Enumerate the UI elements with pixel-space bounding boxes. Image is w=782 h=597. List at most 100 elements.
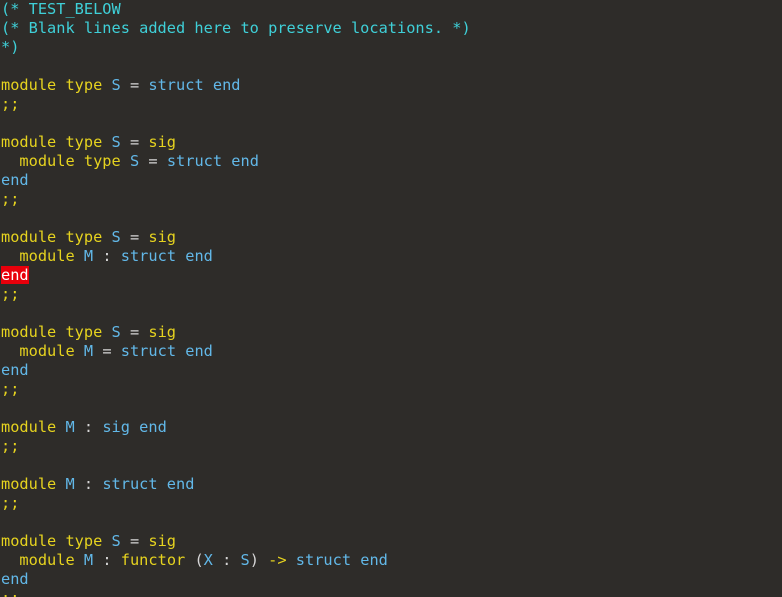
keyword-token: module bbox=[1, 551, 75, 569]
keyword-token: sig bbox=[148, 228, 177, 246]
operator-token bbox=[121, 152, 130, 170]
code-line[interactable]: end bbox=[1, 171, 29, 190]
operator-token bbox=[102, 76, 111, 94]
keyword-token: ;; bbox=[1, 190, 20, 208]
operator-token: = bbox=[93, 342, 121, 360]
operator-token bbox=[102, 532, 111, 550]
keyword-token: module type bbox=[1, 228, 103, 246]
keyword-token: module type bbox=[1, 76, 103, 94]
operator-token bbox=[75, 551, 84, 569]
operator-token: : bbox=[93, 551, 121, 569]
identifier-token: end bbox=[1, 361, 29, 379]
identifier-token: end bbox=[1, 171, 29, 189]
operator-token bbox=[287, 551, 296, 569]
code-line[interactable]: ;; bbox=[1, 494, 19, 513]
keyword-token: module bbox=[1, 475, 57, 493]
code-editor[interactable]: (* TEST_BELOW (* Blank lines added here t… bbox=[0, 0, 782, 597]
operator-token: : bbox=[74, 475, 103, 493]
operator-token bbox=[75, 342, 84, 360]
identifier-token: struct end bbox=[120, 342, 213, 360]
operator-token bbox=[102, 323, 111, 341]
identifier-token: S bbox=[111, 532, 121, 550]
operator-token: ( bbox=[185, 551, 204, 569]
identifier-token: struct end bbox=[102, 475, 195, 493]
code-line[interactable]: module type S = sig bbox=[1, 228, 176, 247]
arrow-token: -> bbox=[268, 551, 287, 569]
code-line[interactable]: module type S = sig bbox=[1, 133, 176, 152]
identifier-token: M bbox=[83, 247, 94, 265]
code-line[interactable]: ;; bbox=[1, 589, 19, 597]
keyword-token: module type bbox=[1, 152, 121, 170]
identifier-token: S bbox=[240, 551, 250, 569]
keyword-token: ;; bbox=[1, 589, 19, 597]
code-line[interactable]: end bbox=[1, 266, 29, 285]
keyword-token: sig bbox=[148, 133, 177, 151]
operator-token: : bbox=[93, 247, 121, 265]
identifier-token: M bbox=[83, 342, 94, 360]
operator-token: = bbox=[120, 323, 149, 341]
code-line[interactable]: ;; bbox=[1, 190, 19, 209]
code-line[interactable]: ;; bbox=[1, 285, 19, 304]
identifier-token: X bbox=[203, 551, 213, 569]
keyword-token: sig bbox=[148, 532, 177, 550]
code-line[interactable]: module type S = sig bbox=[1, 323, 176, 342]
error-highlight-token: end bbox=[1, 266, 29, 284]
identifier-token: struct end bbox=[120, 247, 213, 265]
operator-token: : bbox=[74, 418, 103, 436]
identifier-token: struct end bbox=[166, 152, 259, 170]
identifier-token: M bbox=[83, 551, 94, 569]
operator-token: = bbox=[120, 133, 149, 151]
code-line[interactable]: (* TEST_BELOW bbox=[1, 0, 121, 19]
operator-token bbox=[102, 133, 111, 151]
operator-token: = bbox=[120, 76, 149, 94]
code-line[interactable]: end bbox=[1, 570, 29, 589]
identifier-token: end bbox=[1, 570, 29, 588]
code-line[interactable]: (* Blank lines added here to preserve lo… bbox=[1, 19, 471, 38]
code-line[interactable]: module M : struct end bbox=[1, 247, 213, 266]
identifier-token: struct end bbox=[148, 76, 241, 94]
code-line[interactable]: *) bbox=[1, 38, 19, 57]
code-line[interactable]: ;; bbox=[1, 95, 19, 114]
identifier-token: S bbox=[111, 76, 121, 94]
identifier-token: M bbox=[65, 418, 75, 436]
keyword-token: module type bbox=[1, 323, 103, 341]
operator-token: : bbox=[212, 551, 241, 569]
operator-token: = bbox=[120, 228, 149, 246]
code-line[interactable]: module M = struct end bbox=[1, 342, 213, 361]
identifier-token: sig end bbox=[102, 418, 167, 436]
keyword-token: module bbox=[1, 247, 75, 265]
operator-token bbox=[102, 228, 111, 246]
operator-token: = bbox=[139, 152, 167, 170]
code-line[interactable]: module M : struct end bbox=[1, 475, 194, 494]
keyword-token: ;; bbox=[1, 285, 20, 303]
code-line[interactable]: module type S = struct end bbox=[1, 152, 259, 171]
identifier-token: struct end bbox=[295, 551, 388, 569]
operator-token bbox=[75, 247, 84, 265]
keyword-token: module bbox=[1, 418, 57, 436]
keyword-token: ;; bbox=[1, 380, 20, 398]
code-line[interactable]: ;; bbox=[1, 380, 19, 399]
code-line[interactable]: module M : functor (X : S) -> struct end bbox=[1, 551, 388, 570]
keyword-token: module type bbox=[1, 133, 103, 151]
keyword-token: functor bbox=[120, 551, 186, 569]
comment-token: *) bbox=[1, 38, 20, 56]
keyword-token: ;; bbox=[1, 494, 20, 512]
operator-token: = bbox=[120, 532, 149, 550]
keyword-token: sig bbox=[148, 323, 177, 341]
comment-token: (* Blank lines added here to preserve lo… bbox=[1, 19, 471, 37]
keyword-token: module type bbox=[1, 532, 103, 550]
code-line[interactable]: module type S = sig bbox=[1, 532, 176, 551]
code-line[interactable]: end bbox=[1, 361, 29, 380]
comment-token: (* TEST_BELOW bbox=[1, 0, 121, 18]
keyword-token: ;; bbox=[1, 437, 20, 455]
keyword-token: module bbox=[1, 342, 75, 360]
identifier-token: S bbox=[111, 228, 121, 246]
operator-token: ) bbox=[249, 551, 269, 569]
keyword-token: ;; bbox=[1, 95, 20, 113]
code-line[interactable]: ;; bbox=[1, 437, 19, 456]
code-line[interactable]: module M : sig end bbox=[1, 418, 167, 437]
code-line[interactable]: module type S = struct end bbox=[1, 76, 241, 95]
identifier-token: S bbox=[129, 152, 140, 170]
identifier-token: S bbox=[111, 133, 121, 151]
identifier-token: S bbox=[111, 323, 121, 341]
